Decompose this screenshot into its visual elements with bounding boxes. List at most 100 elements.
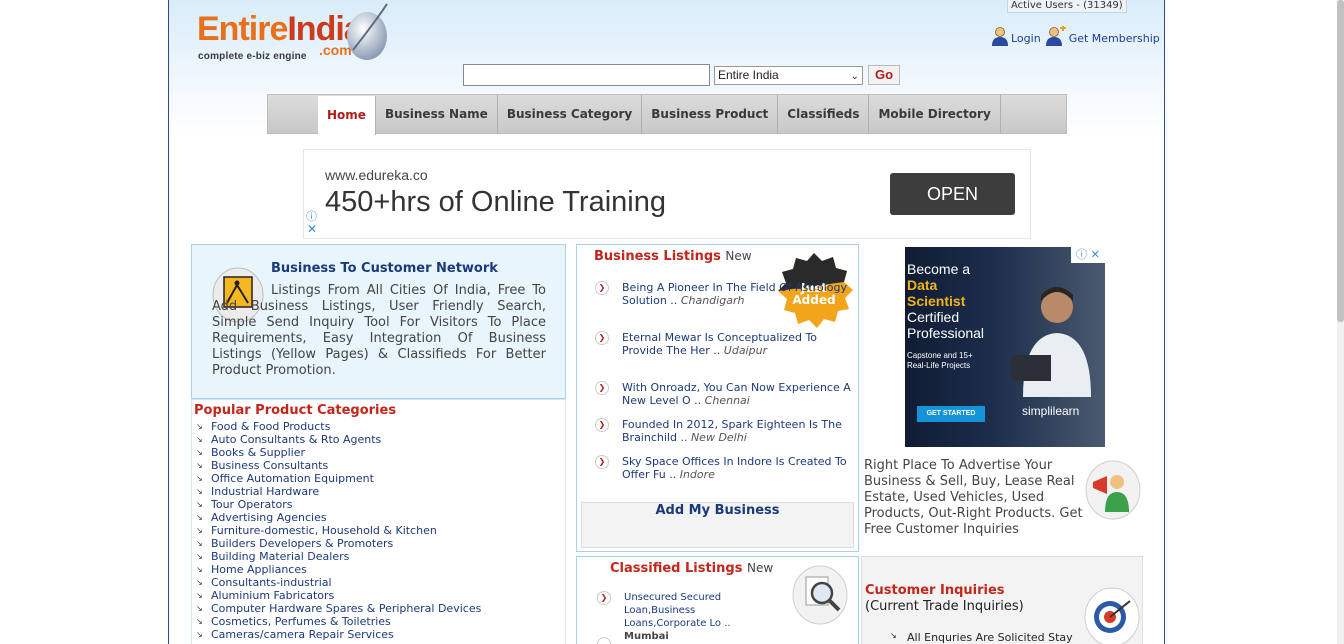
arrow-right-icon: ❯ bbox=[595, 455, 609, 469]
list-item[interactable]: ❯ Being A Pioneer In The Field Of Astrol… bbox=[595, 281, 851, 307]
city-select[interactable]: Entire India ⌄ bbox=[714, 65, 863, 85]
arrow-bullet-icon: ↘ bbox=[196, 617, 203, 626]
business-listings-title: Business Listings New bbox=[594, 249, 752, 264]
arrow-bullet-icon: ↘ bbox=[196, 552, 203, 561]
tab-business-name[interactable]: Business Name bbox=[376, 95, 498, 133]
category-item[interactable]: ↘ Furniture-domestic, Household & Kitchen bbox=[194, 524, 481, 537]
arrow-bullet-icon: ↘ bbox=[196, 422, 203, 431]
arrow-bullet-icon: ↘ bbox=[196, 539, 203, 548]
site-logo[interactable]: EntireIndia .com complete e-biz engine bbox=[197, 2, 397, 64]
b2c-title: Business To Customer Network bbox=[271, 261, 498, 276]
page-scrollbar[interactable] bbox=[1337, 0, 1344, 644]
side-ad-banner[interactable]: Become a Data Scientist Certified Profes… bbox=[905, 247, 1105, 447]
new-label: New bbox=[746, 561, 774, 575]
arrow-right-icon: ❯ bbox=[595, 418, 609, 432]
add-my-business-button[interactable]: Add My Business bbox=[581, 502, 854, 548]
classified-listings-title: Classified Listings New bbox=[610, 561, 774, 576]
tab-business-product[interactable]: Business Product bbox=[642, 95, 779, 133]
arrow-bullet-icon: ↘ bbox=[196, 474, 203, 483]
ad-brand-logo: simplilearn bbox=[1022, 404, 1080, 418]
customer-inquiries-title: Customer Inquiries bbox=[865, 583, 1005, 598]
add-user-icon bbox=[1045, 26, 1066, 46]
category-item[interactable]: ↘ Industrial Hardware bbox=[194, 485, 481, 498]
arrow-bullet-icon: ↘ bbox=[196, 591, 203, 600]
b2c-description: Listings From All Cities Of India, Free … bbox=[212, 283, 546, 378]
get-membership-link[interactable]: Get Membership bbox=[1045, 26, 1160, 46]
arrow-bullet-icon: ↘ bbox=[196, 487, 203, 496]
user-links: Login Get Membership bbox=[987, 26, 1160, 46]
logo-tagline: complete e-biz engine bbox=[198, 51, 307, 62]
top-ad-banner[interactable]: www.edureka.co 450+hrs of Online Trainin… bbox=[303, 149, 1031, 239]
list-item[interactable]: ❯ Founded In 2012, Spark Eighteen Is The… bbox=[595, 418, 851, 444]
advertise-text[interactable]: Right Place To Advertise Your Business &… bbox=[864, 458, 1084, 538]
active-users-badge: Active Users - (31349) bbox=[1007, 0, 1127, 13]
magnifier-icon bbox=[792, 565, 848, 625]
arrow-bullet-icon: ↘ bbox=[196, 526, 203, 535]
category-list: ↘ Food & Food Products ↘ Auto Consultants … bbox=[194, 420, 481, 641]
classified-listings: Classified Listings New ❯ Unsecured Secu… bbox=[576, 556, 859, 644]
category-item[interactable]: ↘ Building Material Dealers bbox=[194, 550, 481, 563]
tab-home[interactable]: Home bbox=[318, 96, 376, 135]
list-item[interactable]: ❯ Eternal Mewar Is Conceptualized To Pro… bbox=[595, 331, 851, 357]
arrow-bullet-icon: ↘ bbox=[196, 461, 203, 470]
person-photo bbox=[1011, 287, 1091, 397]
category-item[interactable]: ↘ Computer Hardware Spares & Peripheral D… bbox=[194, 602, 481, 615]
scrollbar-thumb[interactable] bbox=[1337, 0, 1344, 322]
logo-text-entire: Entire bbox=[197, 10, 288, 48]
arrow-bullet-icon: ↘ bbox=[196, 500, 203, 509]
new-label: New bbox=[725, 249, 752, 263]
tab-mobile-directory[interactable]: Mobile Directory bbox=[869, 95, 1001, 133]
get-started-button[interactable]: GET STARTED bbox=[917, 406, 985, 422]
business-listings: Business Listings New Just Added ❯ Being… bbox=[576, 244, 859, 552]
tab-classifieds[interactable]: Classifieds bbox=[778, 95, 870, 133]
tab-business-category[interactable]: Business Category bbox=[498, 95, 643, 133]
arrow-right-icon: ❯ bbox=[595, 331, 609, 345]
category-item[interactable]: ↘ Cosmetics, Perfumes & Toiletries bbox=[194, 615, 481, 628]
ad-info-close-icon[interactable]: ⓘ ✕ bbox=[1071, 247, 1105, 263]
arrow-bullet-icon: ↘ bbox=[196, 448, 203, 457]
megaphone-icon bbox=[1085, 460, 1141, 520]
category-item[interactable]: ↘ Auto Consultants & Rto Agents bbox=[194, 433, 481, 446]
main-nav: Home Business Name Business Category Bus… bbox=[267, 94, 1067, 135]
ad-open-button[interactable]: OPEN bbox=[890, 173, 1015, 215]
category-item[interactable]: ↘ Home Appliances bbox=[194, 563, 481, 576]
login-link[interactable]: Login bbox=[991, 26, 1041, 46]
arrow-bullet-icon: ↘ bbox=[196, 630, 203, 639]
arrow-bullet-icon: ↘ bbox=[196, 435, 203, 444]
list-item[interactable]: ↘ All Enquries Are Solicited Stay bbox=[890, 631, 1073, 644]
list-item[interactable]: ❯ Unsecured Secured Loan,Business Loans,… bbox=[597, 591, 777, 643]
category-item[interactable]: ↘ Business Consultants bbox=[194, 459, 481, 472]
chevron-down-icon: ⌄ bbox=[850, 70, 859, 82]
category-item[interactable]: ↘ Books & Supplier bbox=[194, 446, 481, 459]
list-item[interactable]: ❯ With Onroadz, You Can Now Experience A… bbox=[595, 381, 851, 407]
category-item[interactable]: ↘ Food & Food Products bbox=[194, 420, 481, 433]
category-item[interactable]: ↘ Office Automation Equipment bbox=[194, 472, 481, 485]
popular-categories: Popular Product Categories ↘ Food & Food … bbox=[191, 399, 566, 644]
ad-url: www.edureka.co bbox=[325, 167, 428, 183]
arrow-bullet-icon: ↘ bbox=[196, 513, 203, 522]
list-item[interactable]: ❯ Sky Space Offices In Indore Is Created… bbox=[595, 455, 851, 481]
b2c-network-box: Business To Customer Network Listings Fr… bbox=[191, 244, 566, 399]
search-bar: Entire India ⌄ Go bbox=[463, 64, 901, 86]
category-item[interactable]: ↘ Consultants-industrial bbox=[194, 576, 481, 589]
category-item[interactable]: ↘ Advertising Agencies bbox=[194, 511, 481, 524]
category-item[interactable]: ↘ Aluminium Fabricators bbox=[194, 589, 481, 602]
category-item[interactable]: ↘ Tour Operators bbox=[194, 498, 481, 511]
target-icon bbox=[1084, 587, 1140, 644]
arrow-bullet-icon: ↘ bbox=[196, 578, 203, 587]
search-input[interactable] bbox=[463, 64, 710, 86]
arrow-right-icon: ❯ bbox=[597, 591, 611, 605]
user-icon bbox=[992, 27, 1008, 46]
popular-categories-title: Popular Product Categories bbox=[194, 403, 397, 418]
customer-inquiries-subtitle: (Current Trade Inquiries) bbox=[865, 599, 1024, 614]
customer-inquiries: Customer Inquiries (Current Trade Inquir… bbox=[861, 556, 1143, 644]
go-button[interactable]: Go bbox=[868, 65, 901, 85]
arrow-right-icon: ❯ bbox=[595, 381, 609, 395]
ad-close-icon[interactable]: ✕ bbox=[307, 222, 317, 236]
arrow-right-icon bbox=[597, 637, 611, 644]
category-item[interactable]: ↘ Cameras/camera Repair Services bbox=[194, 628, 481, 641]
city-select-value: Entire India bbox=[718, 67, 779, 82]
category-item[interactable]: ↘ Builders Developers & Promoters bbox=[194, 537, 481, 550]
arrow-bullet-icon: ↘ bbox=[196, 565, 203, 574]
page: EntireIndia .com complete e-biz engine A… bbox=[0, 0, 1344, 644]
